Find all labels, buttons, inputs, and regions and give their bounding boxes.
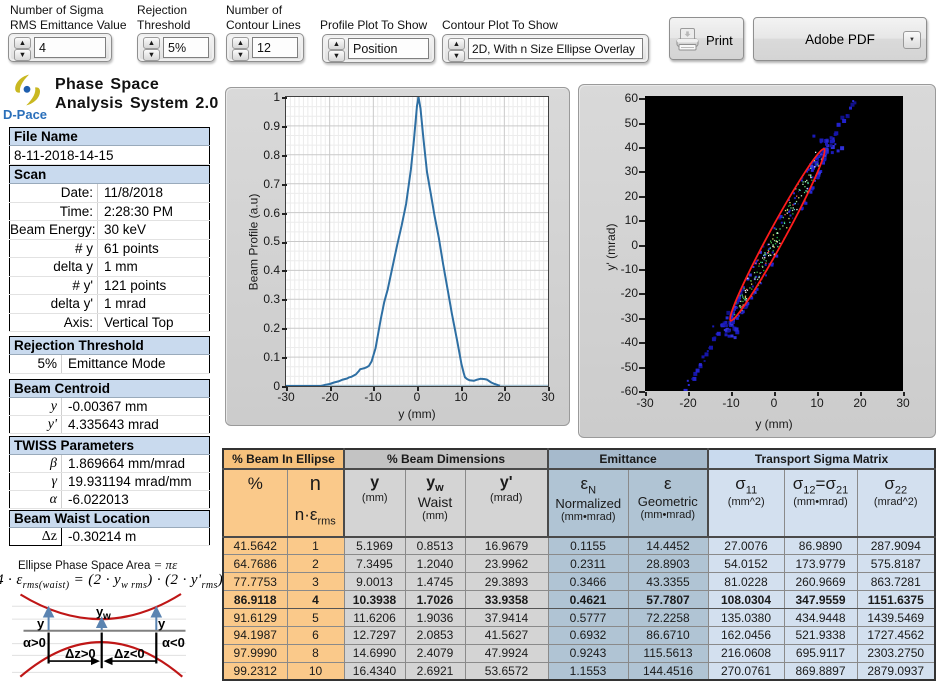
svg-text:y: y	[158, 616, 166, 631]
svg-text:Δz>0: Δz>0	[65, 646, 96, 661]
svg-text:Δz<0: Δz<0	[114, 646, 145, 661]
svg-text:w: w	[102, 611, 111, 622]
svg-text:y: y	[37, 616, 45, 631]
svg-text:α<0: α<0	[162, 635, 185, 650]
svg-text:α>0: α>0	[23, 635, 46, 650]
